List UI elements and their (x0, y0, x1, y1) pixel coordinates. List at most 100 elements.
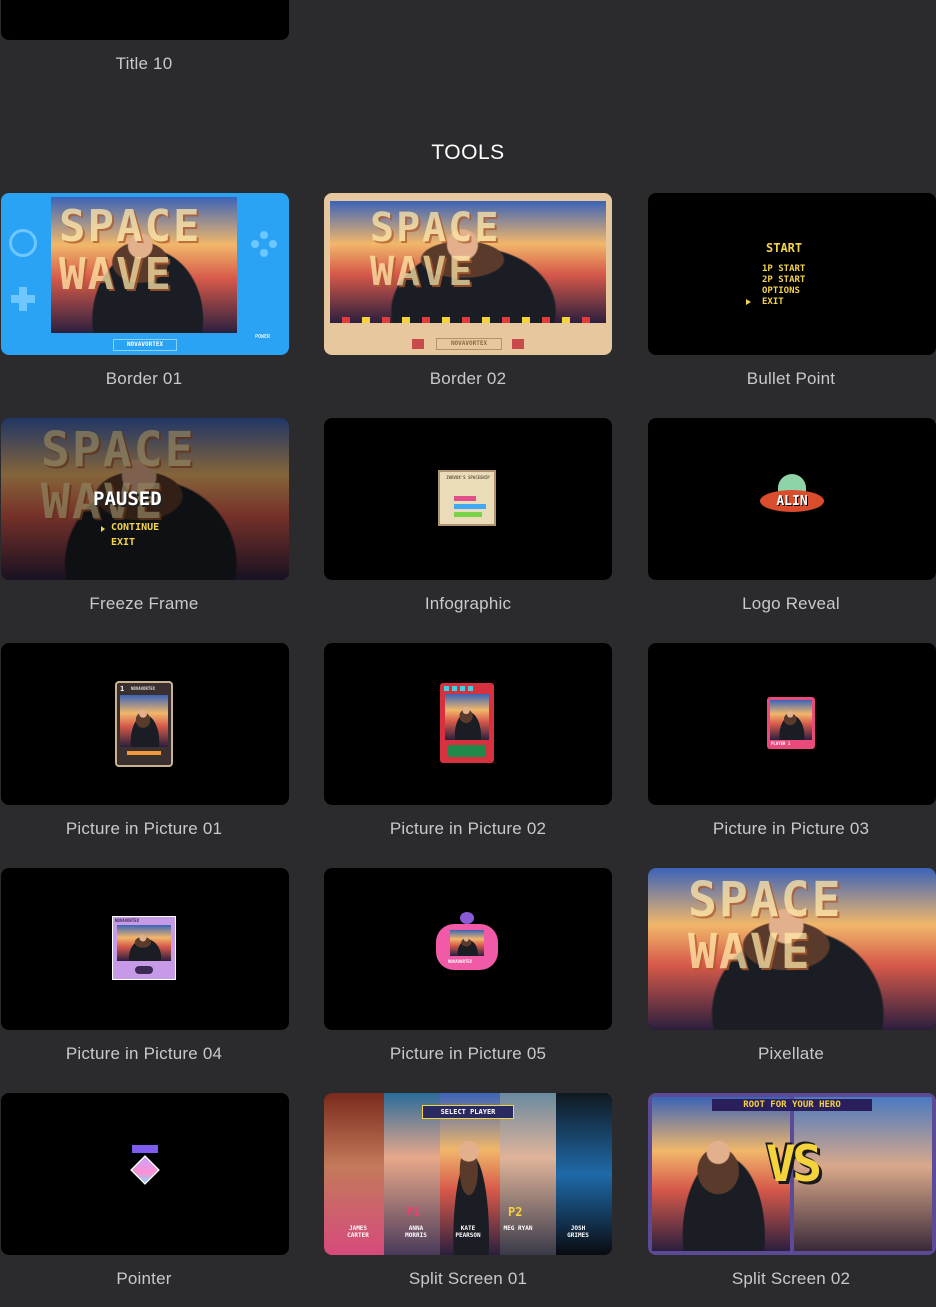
stat-bar (454, 504, 486, 509)
thumbnail-picture-in-picture-04[interactable]: NOVAVORTEX (1, 868, 289, 1030)
thumbnail-split-screen-01[interactable]: SELECT PLAYER P1 P2 JAMES CARTER ANNA MO… (324, 1093, 612, 1255)
pip-card: 1 NOVAVORTEX (115, 681, 173, 767)
photo-word: WAVE (59, 249, 173, 300)
pointer-tag (132, 1145, 158, 1153)
thumbnail-picture-in-picture-03[interactable]: PLAYER 1 (648, 643, 936, 805)
player-name: JOSH GRIMES (567, 1225, 589, 1239)
item-label: Infographic (424, 594, 512, 613)
thumbnail-logo-reveal[interactable]: ALIN (648, 418, 936, 580)
photo-word: SPACE (688, 872, 843, 928)
logo-text: ALIN (776, 494, 808, 509)
thumbnail-picture-in-picture-01[interactable]: 1 NOVAVORTEX (1, 643, 289, 805)
stat-bar (454, 496, 476, 501)
power-label: POWER (255, 334, 271, 340)
item-label: Picture in Picture 05 (389, 1044, 547, 1063)
thumbnail-picture-in-picture-05[interactable]: NOVAVORTEX (324, 868, 612, 1030)
item-label: Split Screen 01 (408, 1269, 528, 1288)
item-label: Border 01 (105, 369, 183, 388)
player-window: NOVAVORTEX (112, 916, 176, 980)
cabinet-logo: NOVAVORTEX (436, 338, 502, 350)
item-label: Bullet Point (746, 369, 836, 388)
pause-option: CONTINUE (111, 522, 160, 533)
screen-dots (444, 686, 474, 691)
card-bar (127, 751, 161, 755)
thumbnail-bullet-point[interactable]: START 1P START 2P START OPTIONS EXIT (648, 193, 936, 355)
item-label: Split Screen 02 (731, 1269, 851, 1288)
screen-photo (450, 930, 484, 956)
thumbnail-pointer[interactable] (1, 1093, 289, 1255)
antenna-icon (460, 912, 474, 924)
handheld-buttons (448, 745, 486, 757)
card-header: NOVAVORTEX (131, 686, 156, 691)
bullet-arrow-icon (101, 526, 105, 532)
arcade-buttons-row (342, 317, 592, 323)
menu-item: 2P START (762, 275, 806, 285)
thumbnail-title-10[interactable] (1, 0, 289, 40)
gamepad-frame: NOVAVORTEX (436, 924, 498, 970)
thumbnail-picture-in-picture-02[interactable] (324, 643, 612, 805)
item-label: Picture in Picture 03 (712, 819, 870, 838)
stat-bar (454, 512, 482, 517)
pip-frame: PLAYER 1 (767, 697, 815, 749)
item-label: Border 02 (429, 369, 507, 388)
bullet-arrow-icon (746, 299, 751, 305)
abxy-buttons-icon (251, 231, 277, 257)
play-controls-icon (135, 966, 153, 974)
item-label: Picture in Picture 04 (65, 1044, 223, 1063)
thumbnail-split-screen-02[interactable]: ROOT FOR YOUR HERO VS (648, 1093, 936, 1255)
thumbnail-infographic[interactable]: ZARVOX'S SPACESHIP (324, 418, 612, 580)
menu-item: 1P START (762, 264, 806, 274)
player-name: JAMES CARTER (347, 1225, 369, 1239)
photo-word: SPACE (59, 201, 202, 252)
photo-word: WAVE (688, 924, 812, 980)
screen-photo (117, 925, 171, 961)
photo-word: SPACE (41, 422, 196, 478)
section-title: TOOLS (431, 141, 505, 164)
gem-icon (130, 1155, 160, 1185)
player-name: KATE PEARSON (455, 1225, 481, 1239)
dpad-icon-vertical (19, 287, 27, 311)
circle-pad-icon (9, 229, 37, 257)
gamepad-caption: NOVAVORTEX (448, 959, 473, 964)
console-logo: NOVAVORTEX (113, 339, 177, 351)
item-label: Freeze Frame (89, 594, 199, 613)
vs-badge: VS (765, 1135, 822, 1193)
menu-item: EXIT (762, 297, 784, 307)
player-name: ANNA MORRIS (405, 1225, 427, 1239)
player-one-label: P1 (406, 1205, 421, 1219)
card-photo (120, 695, 168, 747)
screen-photo: SPACE WAVE (330, 201, 606, 323)
coin-slot-icon (512, 339, 524, 349)
screen-photo: SPACE WAVE (51, 197, 237, 333)
player-caption: PLAYER 1 (771, 741, 791, 746)
paused-title: PAUSED (93, 488, 162, 510)
screen-photo: SPACE WAVE (648, 868, 936, 1030)
item-label: Picture in Picture 01 (65, 819, 223, 838)
photo-word: SPACE (370, 205, 501, 251)
thumbnail-border-02[interactable]: SPACE WAVE NOVAVORTEX (324, 193, 612, 355)
window-header: NOVAVORTEX (115, 918, 140, 923)
root-for-hero-header: ROOT FOR YOUR HERO (712, 1099, 872, 1111)
player-name: MEG RYAN (503, 1225, 533, 1232)
thumbnail-freeze-frame[interactable]: SPACE WAVE PAUSED CONTINUE EXIT (1, 418, 289, 580)
thumbnail-pixellate[interactable]: SPACE WAVE (648, 868, 936, 1030)
card-number: 1 (120, 685, 125, 693)
menu-title: START (766, 241, 803, 255)
item-label: Pixellate (757, 1044, 825, 1063)
pause-option: EXIT (111, 537, 136, 548)
item-label: Title 10 (115, 54, 173, 73)
menu-item: OPTIONS (762, 286, 800, 296)
thumbnail-border-01[interactable]: SPACE WAVE NOVAVORTEX POWER (1, 193, 289, 355)
item-label: Picture in Picture 02 (389, 819, 547, 838)
handheld-frame (440, 683, 494, 763)
player-two-label: P2 (508, 1205, 523, 1219)
item-label: Pointer (116, 1269, 172, 1288)
select-player-header: SELECT PLAYER (422, 1105, 514, 1119)
photo-word: WAVE (370, 249, 475, 295)
coin-slot-icon (412, 339, 424, 349)
card-title: ZARVOX'S SPACESHIP (446, 475, 490, 480)
screen-photo (445, 694, 489, 740)
item-label: Logo Reveal (742, 594, 840, 613)
screen-photo (770, 700, 812, 740)
infographic-card: ZARVOX'S SPACESHIP (438, 470, 496, 526)
